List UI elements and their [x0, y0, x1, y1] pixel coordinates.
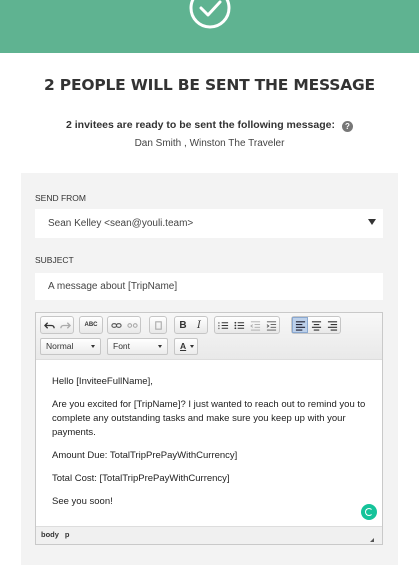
- invitees-summary: 2 invitees are ready to be sent the foll…: [0, 119, 419, 132]
- format-select[interactable]: Normal: [40, 338, 101, 355]
- numbered-list-icon[interactable]: [215, 317, 231, 333]
- subject-label: SUBJECT: [35, 255, 74, 265]
- paste-icon[interactable]: [150, 317, 166, 333]
- unlink-icon[interactable]: [124, 317, 140, 333]
- message-paragraph: Total Cost: [TotalTripPrePayWithCurrency…: [52, 473, 230, 484]
- rich-text-editor: ABC B I Normal Font A Hello [InviteeFull…: [35, 312, 383, 545]
- outdent-icon[interactable]: [247, 317, 263, 333]
- check-circle-icon: [189, 0, 231, 29]
- align-right-icon[interactable]: [324, 317, 340, 333]
- redo-icon[interactable]: [57, 317, 73, 333]
- editor-content[interactable]: Hello [InviteeFullName], Are you excited…: [36, 359, 382, 527]
- text-style-group: B I: [174, 316, 208, 334]
- align-left-icon[interactable]: [292, 317, 308, 333]
- font-select[interactable]: Font: [107, 338, 168, 355]
- italic-icon[interactable]: I: [191, 317, 207, 333]
- message-paragraph: Are you excited for [TripName]? I just w…: [52, 399, 366, 438]
- caret-down-icon: [158, 345, 162, 348]
- editor-toolbar: ABC B I Normal Font A: [36, 313, 382, 359]
- indent-icon[interactable]: [263, 317, 279, 333]
- message-paragraph: See you soon!: [52, 496, 113, 507]
- list-indent-group: [214, 316, 280, 334]
- paste-group: [149, 316, 167, 334]
- font-select-value: Font: [113, 341, 131, 351]
- spellcheck-icon[interactable]: ABC: [80, 317, 102, 333]
- undo-icon[interactable]: [41, 317, 57, 333]
- help-icon[interactable]: ?: [342, 121, 353, 132]
- undo-redo-group: [40, 316, 74, 334]
- message-paragraph: Amount Due: TotalTripPrePayWithCurrency]: [52, 450, 238, 461]
- message-paragraph: Hello [InviteeFullName],: [52, 376, 153, 387]
- subject-input[interactable]: [35, 273, 383, 300]
- format-select-value: Normal: [46, 341, 74, 351]
- link-icon[interactable]: [108, 317, 124, 333]
- text-color-icon: A: [180, 341, 187, 351]
- element-path: body p: [36, 527, 382, 544]
- path-item[interactable]: body: [41, 530, 59, 539]
- page-title: 2 PEOPLE WILL BE SENT THE MESSAGE: [44, 76, 375, 94]
- caret-down-icon: [368, 219, 376, 225]
- caret-down-icon: [91, 345, 95, 348]
- text-color-button[interactable]: A: [174, 338, 198, 355]
- align-center-icon[interactable]: [308, 317, 324, 333]
- link-group: [107, 316, 141, 334]
- bold-icon[interactable]: B: [175, 317, 191, 333]
- recipient-list: Dan Smith , Winston The Traveler: [134, 138, 285, 149]
- resize-handle-icon[interactable]: [370, 538, 374, 542]
- success-banner: [0, 0, 419, 53]
- subject-field-wrapper: [35, 273, 383, 300]
- send-from-label: SEND FROM: [35, 193, 86, 203]
- send-from-value: Sean Kelley <sean@youli.team>: [48, 218, 194, 229]
- bullet-list-icon[interactable]: [231, 317, 247, 333]
- message-form: SEND FROM Sean Kelley <sean@youli.team> …: [21, 173, 398, 565]
- path-item[interactable]: p: [65, 530, 70, 539]
- grammarly-icon[interactable]: [361, 504, 377, 520]
- align-group: [291, 316, 341, 334]
- caret-down-icon: [190, 345, 194, 348]
- invitees-summary-text: 2 invitees are ready to be sent the foll…: [65, 119, 335, 131]
- send-from-select[interactable]: Sean Kelley <sean@youli.team>: [35, 209, 383, 238]
- spellcheck-group: ABC: [79, 316, 103, 334]
